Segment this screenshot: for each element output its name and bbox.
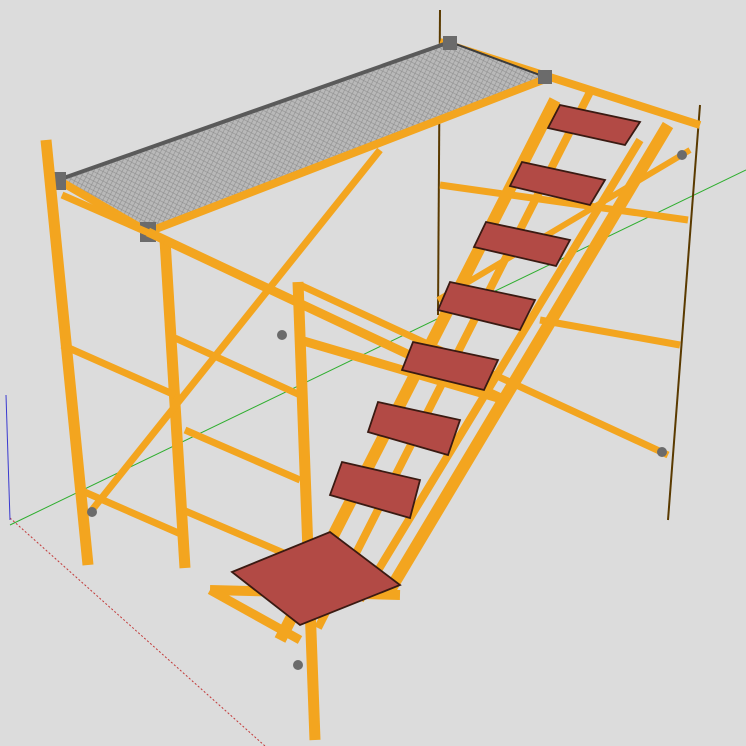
mesh-deck-platform — [52, 36, 552, 242]
deck-clamp-3 — [443, 36, 457, 50]
clamp-e — [293, 660, 303, 670]
clamp-a — [277, 330, 287, 340]
clamp-b — [677, 150, 687, 160]
back-rail-low — [539, 316, 681, 349]
red-axis-line — [9, 517, 266, 746]
scaffold-stair-scene — [5, 9, 746, 746]
tread-4 — [436, 280, 537, 332]
back-post-right — [667, 104, 701, 521]
front-post — [292, 281, 321, 741]
tread-8 — [230, 530, 402, 627]
deck-surface — [55, 40, 551, 234]
clamp-c — [657, 447, 667, 457]
left-rail-1 — [60, 341, 177, 399]
clamp-d — [87, 507, 97, 517]
left-diag-2 — [183, 426, 302, 484]
blue-axis-line — [5, 394, 11, 521]
stair-treads — [230, 103, 642, 627]
deck-clamp-4 — [538, 70, 552, 84]
